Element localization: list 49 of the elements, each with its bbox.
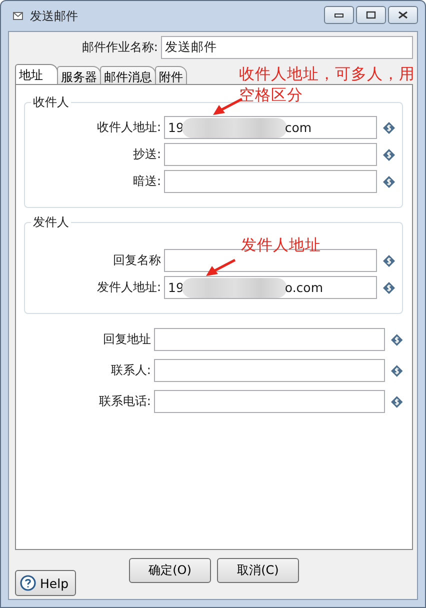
annotation-text: 收件人地址，可多人，用 空格区分 [239, 64, 415, 106]
field-label: 抄送: [132, 146, 162, 163]
field-value: 19 [168, 280, 184, 295]
envelope-icon [13, 12, 23, 20]
variable-icon[interactable] [383, 254, 395, 266]
field-label: 回复地址 [102, 331, 152, 348]
dialog-button[interactable]: 确定(O) [129, 558, 211, 583]
variable-icon[interactable] [383, 176, 395, 188]
help-button[interactable]: Help [15, 570, 76, 596]
input-field[interactable] [154, 359, 386, 382]
field-value: o.com [284, 280, 324, 295]
annotation-text: 发件人地址 [241, 235, 321, 256]
field-value: com [284, 120, 312, 135]
tab[interactable]: 邮件消息 [100, 66, 156, 84]
help-icon [20, 575, 36, 591]
minimize-icon [334, 12, 344, 18]
field-label: 收件人地址: [96, 119, 162, 136]
variable-icon[interactable] [391, 396, 404, 408]
variable-icon[interactable] [383, 148, 395, 160]
minimize-button[interactable] [324, 6, 354, 24]
input-field[interactable] [164, 170, 377, 193]
field-label: 邮件作业名称: [80, 39, 159, 56]
close-icon [398, 11, 408, 19]
maximize-button[interactable] [356, 6, 386, 24]
close-button[interactable] [388, 6, 418, 24]
variable-icon[interactable] [383, 282, 395, 294]
tab[interactable]: 地址 [15, 64, 58, 84]
tab[interactable]: 服务器 [57, 66, 101, 84]
group-title: 收件人 [31, 94, 71, 111]
input-field[interactable] [154, 390, 386, 413]
group-title: 发件人 [31, 214, 71, 231]
field-label: 暗送: [132, 173, 162, 190]
field-label: 联系电话: [98, 393, 152, 410]
dialog-button[interactable]: 取消(C) [217, 558, 299, 583]
input-field[interactable] [154, 328, 386, 351]
window-title: 发送邮件 [30, 8, 78, 24]
arrow [206, 259, 236, 277]
field-label: 联系人: [110, 362, 152, 379]
field-value: 发送邮件 [164, 39, 217, 56]
field-label: 发件人地址: [96, 279, 162, 296]
maximize-icon [366, 11, 376, 19]
input-field[interactable]: 发送邮件 [160, 36, 413, 59]
input-field[interactable] [164, 143, 377, 166]
field-label: 回复名称 [112, 252, 162, 269]
tab[interactable]: 附件 [155, 66, 187, 84]
variable-icon[interactable] [383, 122, 395, 134]
variable-icon[interactable] [391, 364, 404, 376]
variable-icon[interactable] [391, 334, 404, 346]
input-field[interactable]: 19 o.com [164, 276, 377, 299]
